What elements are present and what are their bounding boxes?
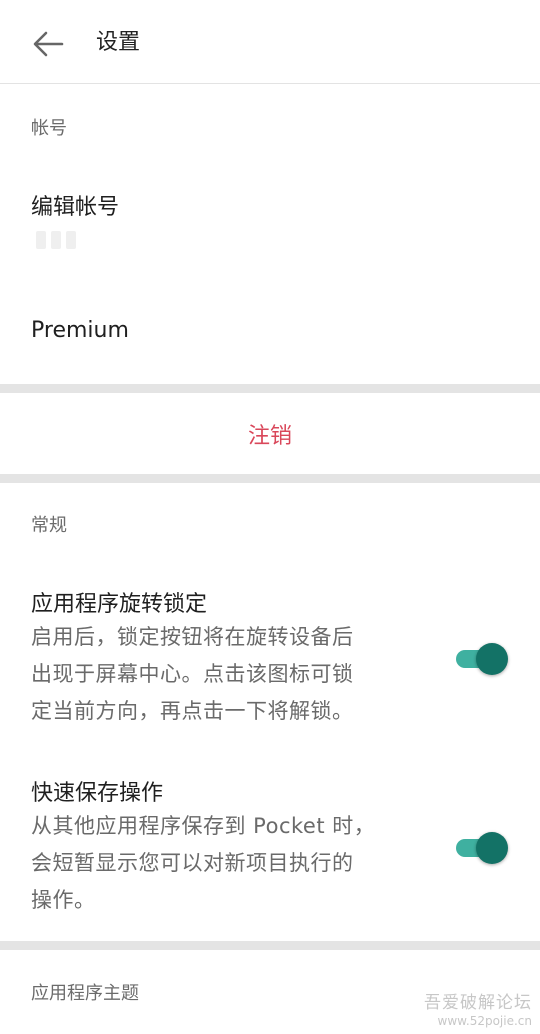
quick-save-toggle[interactable] <box>456 830 508 866</box>
quick-save-row[interactable]: 快速保存操作 从其他应用程序保存到 Pocket 时， 会短暂显示您可以对新项目… <box>0 775 540 920</box>
toggle-thumb <box>476 832 508 864</box>
section-header-theme: 应用程序主题 <box>31 983 139 1004</box>
section-divider <box>0 941 540 950</box>
rotation-lock-title: 应用程序旋转锁定 <box>31 592 208 617</box>
app-bar: 设置 <box>0 0 540 84</box>
quick-save-title: 快速保存操作 <box>31 781 164 806</box>
quick-save-description: 从其他应用程序保存到 Pocket 时， 会短暂显示您可以对新项目执行的 操作。 <box>31 814 376 912</box>
premium-label: Premium <box>31 318 129 343</box>
section-divider <box>0 384 540 393</box>
edit-account-label: 编辑帐号 <box>31 195 120 220</box>
account-email-redacted <box>36 229 84 251</box>
rotation-lock-description: 启用后，锁定按钮将在旋转设备后 出现于屏幕中心。点击该图标可锁 定当前方向，再点… <box>31 625 354 723</box>
back-button[interactable] <box>26 24 70 64</box>
edit-account-row[interactable]: 编辑帐号 <box>0 180 540 270</box>
section-header-account: 帐号 <box>31 118 67 139</box>
logout-button[interactable]: 注销 <box>0 420 540 454</box>
page-title: 设置 <box>96 30 141 55</box>
section-divider <box>0 474 540 483</box>
rotation-lock-row[interactable]: 应用程序旋转锁定 启用后，锁定按钮将在旋转设备后 出现于屏幕中心。点击该图标可锁… <box>0 585 540 730</box>
rotation-lock-toggle[interactable] <box>456 641 508 677</box>
arrow-left-icon <box>33 31 64 57</box>
section-header-general: 常规 <box>31 515 67 536</box>
premium-row[interactable]: Premium <box>0 300 540 366</box>
watermark: 吾爱破解论坛 www.52pojie.cn <box>424 993 532 1028</box>
toggle-thumb <box>476 643 508 675</box>
